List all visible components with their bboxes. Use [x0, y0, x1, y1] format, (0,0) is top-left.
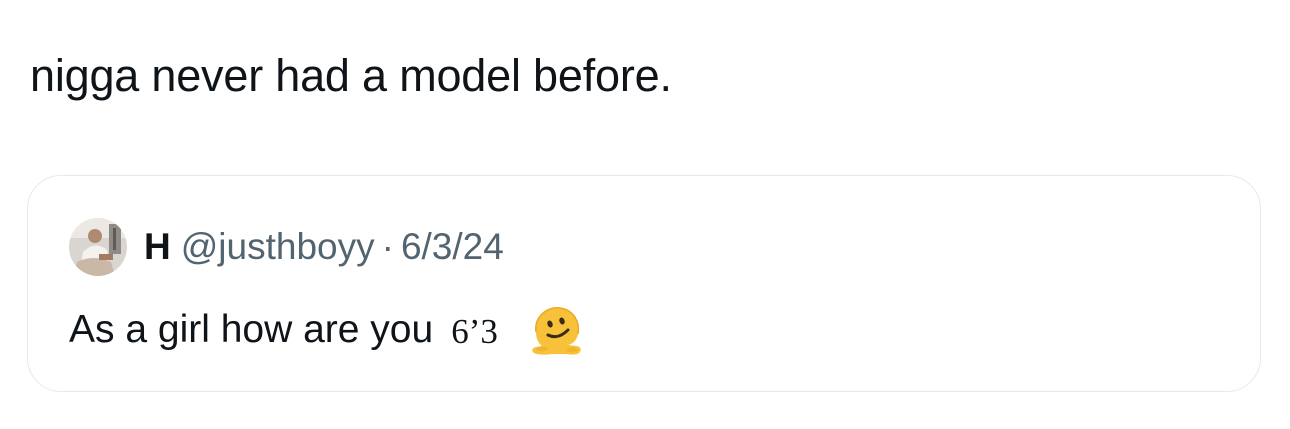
quoted-tweet-text: As a girl how are you	[69, 308, 434, 351]
quoted-tweet-card[interactable]: H @justhboyy · 6/3/24 As a girl how are …	[27, 175, 1261, 392]
separator-dot: ·	[381, 226, 394, 267]
tweet-date[interactable]: 6/3/24	[401, 226, 504, 268]
quoted-tweet-header: H @justhboyy · 6/3/24	[69, 218, 504, 276]
quoted-tweet-body: As a girl how are you 6’3	[69, 300, 584, 360]
height-text: 6’3	[451, 312, 498, 351]
avatar[interactable]	[69, 218, 127, 276]
display-name[interactable]: H	[144, 226, 171, 268]
avatar-photo-icon	[69, 218, 127, 276]
user-handle[interactable]: @justhboyy	[181, 226, 375, 268]
melting-face-icon	[528, 302, 584, 358]
tweet-text: nigga never had a model before.	[30, 50, 672, 101]
